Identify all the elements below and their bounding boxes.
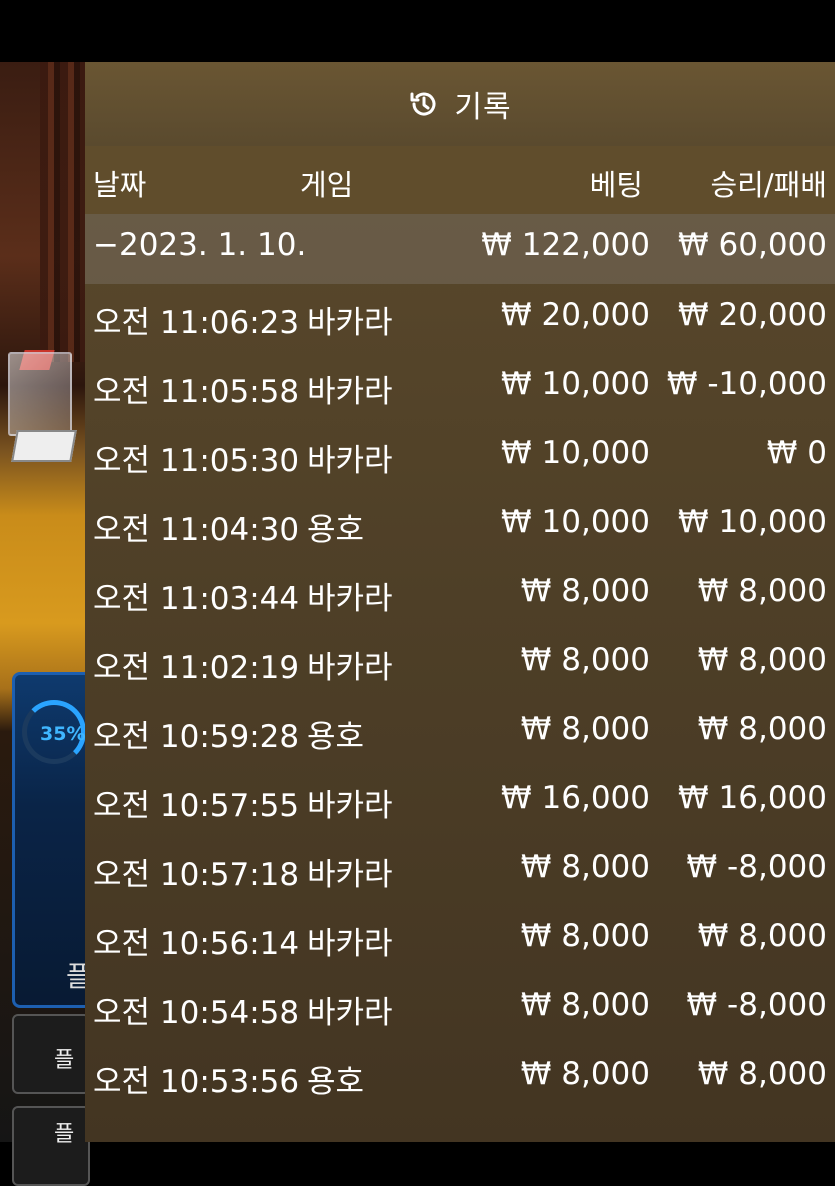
row-bet: ₩ 8,000 bbox=[520, 918, 650, 954]
row-result: ₩ 0 bbox=[766, 435, 827, 471]
column-result: 승리/패배 bbox=[710, 168, 828, 202]
side-button-1[interactable]: 플 bbox=[12, 1014, 90, 1094]
row-game: 바카라 bbox=[307, 995, 393, 1031]
column-game: 게임 bbox=[300, 168, 354, 202]
row-time: 오전 11:02:19 bbox=[93, 650, 300, 686]
history-row[interactable]: 오전 11:02:19 바카라 ₩ 8,000 ₩ 8,000 bbox=[85, 629, 835, 698]
history-row[interactable]: 오전 11:03:44 바카라 ₩ 8,000 ₩ 8,000 bbox=[85, 560, 835, 629]
row-result: ₩ 8,000 bbox=[697, 711, 827, 747]
card-shoe bbox=[8, 352, 72, 436]
column-bet: 베팅 bbox=[589, 168, 643, 202]
history-row[interactable]: 오전 10:57:55 바카라 ₩ 16,000 ₩ 16,000 bbox=[85, 767, 835, 836]
column-header: 날짜 게임 베팅 승리/패배 bbox=[85, 146, 835, 214]
row-game: 바카라 bbox=[307, 581, 393, 617]
row-result: ₩ 8,000 bbox=[697, 642, 827, 678]
row-game: 바카라 bbox=[307, 857, 393, 893]
row-result: ₩ 16,000 bbox=[678, 780, 827, 816]
history-row[interactable]: 오전 10:59:28 용호 ₩ 8,000 ₩ 8,000 bbox=[85, 698, 835, 767]
row-game: 용호 bbox=[307, 719, 365, 755]
row-time: 오전 11:05:58 bbox=[93, 374, 300, 410]
row-result: ₩ 8,000 bbox=[697, 1056, 827, 1092]
curtain bbox=[40, 62, 90, 362]
row-bet: ₩ 10,000 bbox=[501, 504, 650, 540]
history-row[interactable]: 오전 11:06:23 바카라 ₩ 20,000 ₩ 20,000 bbox=[85, 284, 835, 353]
row-time: 오전 10:57:55 bbox=[93, 788, 300, 824]
history-title: 기록 bbox=[454, 90, 512, 125]
side-button-label: 플 bbox=[54, 1122, 75, 1147]
row-result: ₩ 10,000 bbox=[678, 504, 827, 540]
row-bet: ₩ 8,000 bbox=[520, 987, 650, 1023]
row-result: ₩ 8,000 bbox=[697, 918, 827, 954]
row-bet: ₩ 10,000 bbox=[501, 435, 650, 471]
history-row[interactable]: 오전 10:53:56 용호 ₩ 8,000 ₩ 8,000 bbox=[85, 1043, 835, 1112]
history-row[interactable]: 오전 11:05:30 바카라 ₩ 10,000 ₩ 0 bbox=[85, 422, 835, 491]
history-row[interactable]: 오전 11:04:30 용호 ₩ 10,000 ₩ 10,000 bbox=[85, 491, 835, 560]
row-result: ₩ -8,000 bbox=[686, 849, 827, 885]
date-group-label: −2023. 1. 10. bbox=[93, 227, 307, 263]
row-bet: ₩ 8,000 bbox=[520, 1056, 650, 1092]
row-game: 용호 bbox=[307, 512, 365, 548]
row-bet: ₩ 8,000 bbox=[520, 573, 650, 609]
row-game: 바카라 bbox=[307, 374, 393, 410]
row-time: 오전 10:59:28 bbox=[93, 719, 300, 755]
row-time: 오전 11:05:30 bbox=[93, 443, 300, 479]
card-tray bbox=[11, 430, 77, 462]
history-row[interactable]: 오전 10:57:18 바카라 ₩ 8,000 ₩ -8,000 bbox=[85, 836, 835, 905]
history-row[interactable]: 오전 10:54:58 바카라 ₩ 8,000 ₩ -8,000 bbox=[85, 974, 835, 1043]
row-result: ₩ -10,000 bbox=[666, 366, 827, 402]
row-time: 오전 11:03:44 bbox=[93, 581, 300, 617]
row-bet: ₩ 8,000 bbox=[520, 849, 650, 885]
row-game: 바카라 bbox=[307, 926, 393, 962]
row-time: 오전 10:57:18 bbox=[93, 857, 300, 893]
row-bet: ₩ 10,000 bbox=[501, 366, 650, 402]
side-button-label: 플 bbox=[54, 1048, 75, 1073]
progress-label: 35% bbox=[40, 723, 86, 745]
row-time: 오전 11:06:23 bbox=[93, 305, 300, 341]
date-group-result-total: ₩ 60,000 bbox=[678, 227, 827, 263]
date-group-bet-total: ₩ 122,000 bbox=[481, 227, 650, 263]
row-game: 바카라 bbox=[307, 443, 393, 479]
row-bet: ₩ 16,000 bbox=[501, 780, 650, 816]
row-game: 용호 bbox=[307, 1064, 365, 1100]
history-row[interactable]: 오전 11:05:58 바카라 ₩ 10,000 ₩ -10,000 bbox=[85, 353, 835, 422]
row-game: 바카라 bbox=[307, 305, 393, 341]
row-game: 바카라 bbox=[307, 788, 393, 824]
row-time: 오전 11:04:30 bbox=[93, 512, 300, 548]
history-header: 기록 bbox=[85, 62, 835, 146]
row-bet: ₩ 8,000 bbox=[520, 711, 650, 747]
row-time: 오전 10:56:14 bbox=[93, 926, 300, 962]
history-list: 오전 11:06:23 바카라 ₩ 20,000 ₩ 20,000 오전 11:05:5… bbox=[85, 284, 835, 1112]
date-group-row[interactable]: −2023. 1. 10. ₩ 122,000 ₩ 60,000 bbox=[85, 214, 835, 284]
row-result: ₩ 20,000 bbox=[678, 297, 827, 333]
row-bet: ₩ 20,000 bbox=[501, 297, 650, 333]
column-date: 날짜 bbox=[93, 168, 147, 202]
history-icon bbox=[410, 92, 436, 116]
status-bar bbox=[0, 0, 835, 62]
history-row[interactable]: 오전 10:56:14 바카라 ₩ 8,000 ₩ 8,000 bbox=[85, 905, 835, 974]
row-time: 오전 10:54:58 bbox=[93, 995, 300, 1031]
row-time: 오전 10:53:56 bbox=[93, 1064, 300, 1100]
row-result: ₩ 8,000 bbox=[697, 573, 827, 609]
side-button-2[interactable]: 플 bbox=[12, 1106, 90, 1186]
row-bet: ₩ 8,000 bbox=[520, 642, 650, 678]
row-result: ₩ -8,000 bbox=[686, 987, 827, 1023]
history-panel: 기록 날짜 게임 베팅 승리/패배 −2023. 1. 10. ₩ 122,00… bbox=[85, 62, 835, 1142]
row-game: 바카라 bbox=[307, 650, 393, 686]
